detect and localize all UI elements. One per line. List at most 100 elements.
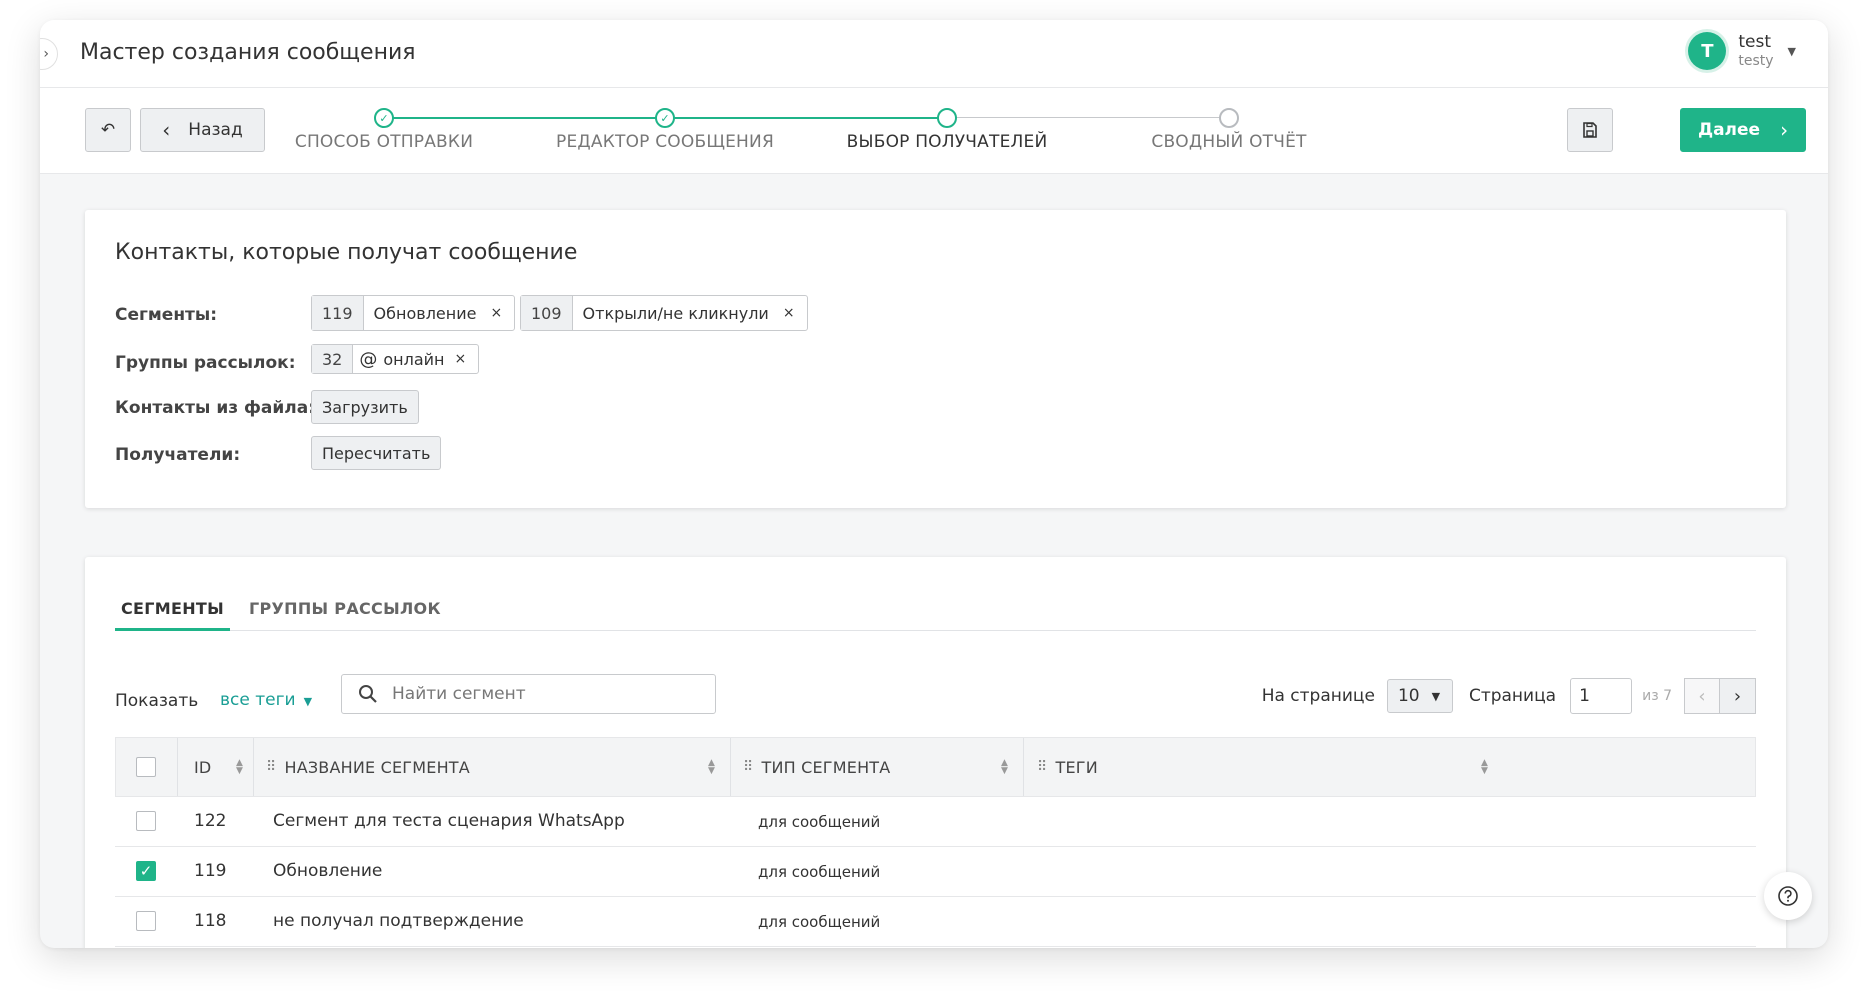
close-icon[interactable]: × (486, 296, 514, 330)
tab-segments[interactable]: СЕГМЕНТЫ (115, 597, 231, 631)
upload-button[interactable]: Загрузить (311, 390, 419, 424)
groups-label: Группы рассылок: (115, 353, 296, 373)
page-title: Мастер создания сообщения (80, 40, 416, 65)
table-row[interactable]: ✓ 119 Обновление для сообщений (115, 847, 1756, 897)
column-header-label: ТЕГИ (1055, 757, 1098, 777)
check-icon: ✓ (139, 862, 153, 880)
chip-name: Открыли/не кликнули (582, 303, 769, 323)
step-label-send-method[interactable]: СПОСОБ ОТПРАВКИ (254, 132, 514, 152)
next-button-label: Далее (1697, 120, 1761, 140)
page-number-input[interactable] (1570, 678, 1633, 714)
user-info: test testy (1738, 33, 1773, 69)
table-row[interactable]: 122 Сегмент для теста сценария WhatsApp … (115, 797, 1756, 847)
recipients-label: Получатели: (115, 445, 241, 465)
step-current-dot (937, 108, 957, 128)
wizard-stepper: ✓ ✓ СПОСОБ ОТПРАВКИ РЕДАКТОР СООБЩЕНИЯ В… (40, 88, 1828, 174)
step-label-summary: СВОДНЫЙ ОТЧЁТ (1151, 132, 1307, 152)
chevron-right-icon: › (1780, 118, 1789, 142)
chevron-left-icon: ‹ (1698, 685, 1706, 707)
segment-id: 119 (194, 861, 227, 881)
tab-bar: СЕГМЕНТЫ ГРУППЫ РАССЫЛОК (115, 597, 1756, 631)
prev-page-button[interactable]: ‹ (1684, 678, 1720, 714)
column-divider (177, 738, 178, 796)
chip-name: Обновление (373, 303, 477, 323)
close-icon[interactable]: × (451, 345, 479, 373)
table-row[interactable]: 118 не получал подтверждение для сообщен… (115, 897, 1756, 947)
column-header-label: НАЗВАНИЕ СЕГМЕНТА (284, 757, 470, 777)
segment-id: 122 (194, 811, 227, 831)
search-input[interactable] (392, 681, 702, 707)
drag-handle-icon[interactable]: ⠿ (266, 759, 276, 775)
close-icon[interactable]: × (779, 296, 807, 330)
per-page-select[interactable]: 10 ▼ (1386, 679, 1453, 713)
step-done-check-icon: ✓ (374, 108, 394, 128)
tag-filter-dropdown[interactable]: все теги ▼ (220, 690, 312, 710)
step-connector (947, 117, 1229, 118)
app-window: › Мастер создания сообщения T test testy… (40, 20, 1828, 948)
sort-icon[interactable]: ▲ ▼ (236, 759, 243, 776)
sort-icon[interactable]: ▲ ▼ (1001, 759, 1008, 776)
segment-search (341, 674, 716, 714)
segments-label: Сегменты: (115, 305, 218, 325)
avatar: T (1688, 32, 1727, 70)
segment-id: 118 (194, 911, 227, 931)
segment-name: не получал подтверждение (273, 911, 524, 931)
select-all-checkbox[interactable] (136, 757, 156, 777)
save-icon (1583, 122, 1597, 138)
sidebar-expand-button[interactable]: › (40, 38, 58, 70)
next-page-button[interactable]: › (1720, 678, 1756, 714)
step-connector (384, 117, 665, 119)
segment-type: для сообщений (758, 913, 881, 931)
per-page-label: На странице (1261, 686, 1375, 706)
recipients-card-title: Контакты, которые получат сообщение (115, 240, 578, 265)
chip-id: 32 (312, 345, 354, 373)
row-checkbox[interactable] (136, 811, 156, 831)
user-name: test (1738, 32, 1772, 53)
page-label: Страница (1468, 686, 1557, 706)
save-button[interactable] (1567, 108, 1613, 152)
caret-down-icon: ▼ (1787, 44, 1796, 58)
segment-name: Сегмент для теста сценария WhatsApp (273, 811, 625, 831)
tab-mailing-groups[interactable]: ГРУППЫ РАССЫЛОК (243, 597, 447, 631)
chip-label-wrap: @ онлайн (353, 345, 450, 373)
page-nav: ‹ › (1684, 678, 1756, 714)
step-done-check-icon: ✓ (655, 108, 675, 128)
user-menu[interactable]: T test testy ▼ (1688, 32, 1796, 70)
drag-handle-icon[interactable]: ⠿ (743, 759, 753, 775)
sort-icon[interactable]: ▲ ▼ (1481, 759, 1488, 776)
step-connector (665, 117, 947, 119)
search-icon (359, 685, 377, 703)
column-header-name[interactable]: ⠿ НАЗВАНИЕ СЕГМЕНТА (266, 738, 470, 796)
recalculate-button[interactable]: Пересчитать (311, 436, 442, 470)
step-label-recipients[interactable]: ВЫБОР ПОЛУЧАТЕЛЕЙ (817, 132, 1077, 152)
page-total: из 7 (1642, 688, 1672, 704)
help-button[interactable] (1764, 872, 1812, 920)
segments-table: ID ▲ ▼ ⠿ НАЗВАНИЕ СЕГМЕНТА ▲ ▼ ⠿ ТИП СЕГМЕ… (115, 737, 1756, 947)
segment-chip: 119 Обновление × (311, 295, 516, 331)
caret-down-icon: ▼ (1431, 689, 1441, 703)
column-header-label: ТИП СЕГМЕНТА (761, 757, 891, 777)
drag-handle-icon[interactable]: ⠿ (1037, 759, 1047, 775)
help-icon (1778, 886, 1798, 906)
segment-name: Обновление (273, 861, 383, 881)
at-icon: @ (359, 348, 378, 370)
chip-id: 109 (521, 296, 573, 330)
chevron-right-icon: › (43, 46, 49, 62)
column-header-type[interactable]: ⠿ ТИП СЕГМЕНТА (743, 738, 890, 796)
row-checkbox[interactable]: ✓ (136, 861, 156, 881)
segment-type: для сообщений (758, 813, 881, 831)
top-header: › Мастер создания сообщения T test testy… (40, 20, 1828, 88)
row-checkbox[interactable] (136, 911, 156, 931)
caret-down-icon: ▼ (303, 695, 313, 708)
chip-id: 119 (312, 296, 364, 330)
next-button[interactable]: Далее › (1680, 108, 1806, 152)
column-header-tags[interactable]: ⠿ ТЕГИ (1037, 738, 1098, 796)
column-header-id[interactable]: ID (194, 738, 211, 796)
segment-type: для сообщений (758, 863, 881, 881)
file-contacts-label: Контакты из файла: (115, 398, 316, 418)
wizard-toolbar: ↶ ‹ Назад ✓ ✓ СПОСОБ ОТПРАВКИ РЕДАКТОР С… (40, 88, 1828, 174)
step-label-editor[interactable]: РЕДАКТОР СООБЩЕНИЯ (535, 132, 795, 152)
per-page-value: 10 (1397, 686, 1420, 706)
sort-icon[interactable]: ▲ ▼ (708, 759, 715, 776)
chip-name: онлайн (383, 349, 445, 369)
